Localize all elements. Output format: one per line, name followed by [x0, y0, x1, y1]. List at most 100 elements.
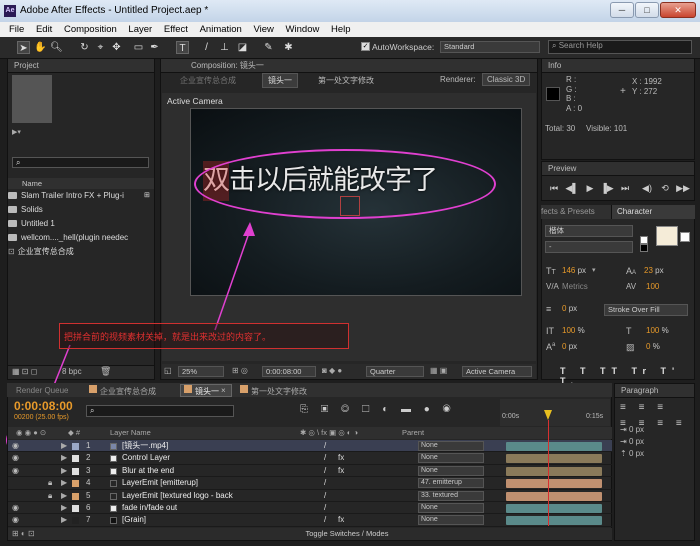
timeline-timecode[interactable]: 0:00:08:00: [14, 399, 73, 413]
layer-duration-bar[interactable]: [506, 479, 602, 489]
fill-color-swatch[interactable]: [656, 226, 678, 246]
layer-name[interactable]: [Grain]: [122, 514, 146, 526]
layer-name[interactable]: [镜头一.mp4]: [122, 440, 168, 452]
grid-icon[interactable]: ⊞ ◎: [232, 366, 248, 375]
timeline-switch-icons[interactable]: ⎘ ▣ ◎ ☐ ◐ ▬ ● ◉: [300, 404, 456, 415]
first-frame-icon[interactable]: ⏮: [547, 183, 561, 194]
layer-label-color[interactable]: [72, 467, 79, 475]
eye-icon[interactable]: ◉: [12, 452, 19, 464]
twirl-icon[interactable]: ▶: [61, 502, 67, 514]
baseline-shift-field[interactable]: 0 px: [562, 342, 577, 351]
character-tab[interactable]: Character: [611, 205, 695, 219]
fx-icon[interactable]: fx: [338, 514, 344, 526]
twirl-icon[interactable]: ▶: [61, 477, 67, 489]
layer-duration-bar[interactable]: [506, 454, 602, 464]
next-frame-icon[interactable]: ▐▶: [600, 183, 614, 194]
tracking-field[interactable]: 100: [646, 282, 659, 291]
layer-label-color[interactable]: [72, 505, 79, 512]
tab-text-comp[interactable]: 第一处文字修改: [251, 386, 307, 397]
prev-frame-icon[interactable]: ◀▌: [565, 183, 579, 194]
resolution-select[interactable]: Quarter: [366, 366, 424, 377]
layer-name[interactable]: LayerEmit [textured logo - back: [122, 490, 233, 502]
audio-icon[interactable]: ◀): [640, 183, 654, 194]
white-swatch[interactable]: [640, 236, 648, 244]
twirl-icon[interactable]: ▶: [61, 465, 67, 477]
tab-render-queue[interactable]: Render Queue: [16, 386, 68, 395]
layer-label-color[interactable]: [72, 492, 79, 500]
layer-row[interactable]: 🔒︎ ▶ 4 LayerEmit [emitterup] / 47. emitterup: [8, 477, 612, 490]
indent-left-field[interactable]: ⇥ 0 px: [620, 425, 644, 434]
layer-duration-bar[interactable]: [506, 466, 602, 476]
timeline-search-input[interactable]: ⌕: [86, 405, 234, 417]
twirl-icon[interactable]: ▶: [61, 490, 67, 502]
lock-icon[interactable]: 🔒︎: [48, 490, 52, 502]
stroke-mode-select[interactable]: Stroke Over Fill: [604, 304, 688, 316]
layer-row[interactable]: 🔒︎ ▶ 5 LayerEmit [textured logo - back / 33. …: [8, 490, 612, 502]
tab-current-comp[interactable]: 镜头一: [195, 386, 219, 397]
layer-label-color[interactable]: [72, 480, 79, 488]
parent-select[interactable]: None: [418, 453, 484, 464]
slash-icon[interactable]: /: [324, 440, 326, 452]
eye-icon[interactable]: ◉: [12, 502, 19, 514]
eye-icon[interactable]: ◉: [12, 465, 19, 477]
layer-duration-bar[interactable]: [506, 491, 602, 501]
slash-icon[interactable]: /: [324, 502, 326, 514]
stroke-color-swatch[interactable]: [680, 232, 690, 242]
paragraph-align-icons[interactable]: ≡ ≡ ≡: [620, 402, 668, 413]
play-icon[interactable]: ▶: [583, 183, 597, 194]
parent-select[interactable]: 33. textured: [418, 490, 484, 501]
loop-icon[interactable]: ⟲: [658, 183, 672, 194]
transparency-icon[interactable]: ▦ ▣: [430, 366, 447, 375]
layer-label-color[interactable]: [72, 517, 79, 525]
ram-preview-icon[interactable]: ▶▶: [676, 183, 690, 194]
slash-icon[interactable]: /: [324, 477, 326, 489]
layer-name[interactable]: Control Layer: [122, 452, 170, 464]
col-parent[interactable]: Parent: [402, 427, 424, 439]
font-style-select[interactable]: -: [545, 241, 633, 253]
info-tab[interactable]: Info: [542, 59, 694, 73]
parent-select[interactable]: None: [418, 441, 484, 451]
layer-duration-bar[interactable]: [506, 442, 602, 451]
layer-row[interactable]: ◉ ▶ 7 [Grain] / fx None: [8, 514, 612, 527]
font-size-dropdown-icon[interactable]: ▾: [592, 266, 596, 274]
parent-select[interactable]: 47. emitterup: [418, 478, 484, 489]
eye-icon[interactable]: ◉: [12, 514, 19, 526]
layer-row[interactable]: ◉ ▶ 3 Blur at the end / fx None: [8, 465, 612, 478]
horizontal-scale-field[interactable]: 100 %: [646, 326, 669, 335]
magnifier-icon[interactable]: ◱: [164, 366, 172, 375]
snapshot-icon[interactable]: ◙ ◆ ●: [322, 366, 342, 375]
tab-main-comp[interactable]: 企业宣传总合成: [100, 386, 156, 397]
col-layer-name[interactable]: Layer Name: [110, 427, 151, 439]
stroke-width-field[interactable]: 0 px: [562, 304, 577, 313]
indent-first-field[interactable]: ⇥ 0 px: [620, 437, 644, 446]
parent-select[interactable]: None: [418, 503, 484, 513]
space-before-field[interactable]: ⇡ 0 px: [620, 449, 644, 458]
comp-timecode[interactable]: 0:00:08:00: [262, 366, 316, 377]
fx-icon[interactable]: fx: [338, 465, 344, 477]
layer-label-color[interactable]: [72, 443, 79, 450]
tab-close-icon[interactable]: ×: [221, 386, 226, 395]
black-swatch[interactable]: [640, 244, 648, 252]
layer-duration-bar[interactable]: [506, 516, 602, 526]
layer-label-color[interactable]: [72, 455, 79, 463]
camera-select[interactable]: Active Camera: [462, 366, 532, 377]
slash-icon[interactable]: /: [324, 514, 326, 526]
font-family-select[interactable]: 楷体: [545, 225, 633, 237]
tsume-field[interactable]: 0 %: [646, 342, 660, 351]
parent-select[interactable]: None: [418, 515, 484, 526]
font-size-field[interactable]: 146 px: [562, 266, 586, 275]
fx-icon[interactable]: fx: [338, 452, 344, 464]
layer-name[interactable]: fade in/fade out: [122, 502, 177, 514]
twirl-icon[interactable]: ▶: [61, 452, 67, 464]
layer-row[interactable]: ◉ ▶ 6 fade in/fade out / None: [8, 502, 612, 515]
layer-duration-bar[interactable]: [506, 504, 602, 513]
kerning-field[interactable]: Metrics: [562, 282, 588, 291]
paragraph-tab[interactable]: Paragraph: [615, 384, 694, 398]
slash-icon[interactable]: /: [324, 490, 326, 502]
parent-select[interactable]: None: [418, 465, 484, 476]
leading-field[interactable]: 23 px: [644, 266, 664, 275]
zoom-select[interactable]: 25%: [178, 366, 224, 377]
layer-name[interactable]: LayerEmit [emitterup]: [122, 477, 198, 489]
toggle-switches-modes[interactable]: Toggle Switches / Modes: [302, 529, 392, 538]
slash-icon[interactable]: /: [324, 465, 326, 477]
